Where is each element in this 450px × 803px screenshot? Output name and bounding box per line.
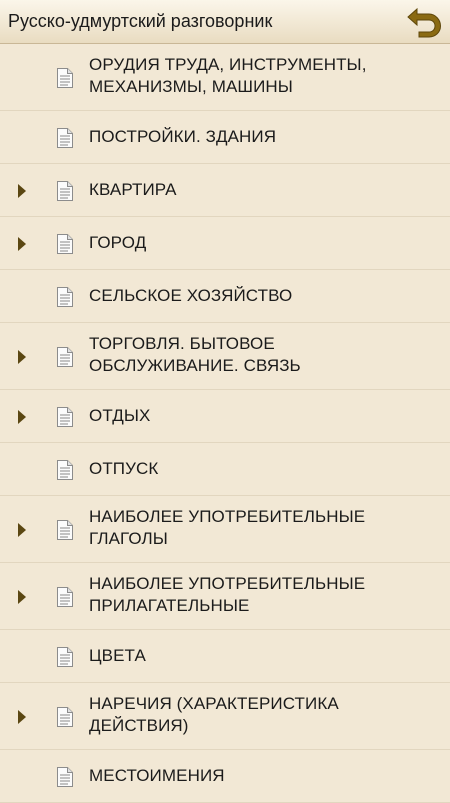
expand-arrow-icon[interactable]: [18, 709, 26, 724]
list-item[interactable]: НАРЕЧИЯ (ХАРАКТЕРИСТИКА ДЕЙСТВИЯ): [0, 683, 450, 750]
list-item[interactable]: ОТПУСК: [0, 443, 450, 496]
document-icon: [57, 180, 73, 201]
document-icon: [57, 519, 73, 540]
document-icon: [57, 706, 73, 727]
document-icon: [57, 286, 73, 307]
list-item-label: КВАРТИРА: [89, 180, 177, 199]
list-item[interactable]: ГОРОД: [0, 217, 450, 270]
list-item-label: СЕЛЬСКОЕ ХОЗЯЙСТВО: [89, 286, 293, 305]
expand-arrow-icon[interactable]: [18, 589, 26, 604]
document-icon: [57, 127, 73, 148]
document-icon: [57, 586, 73, 607]
list-item-label: НАРЕЧИЯ (ХАРАКТЕРИСТИКА ДЕЙСТВИЯ): [89, 694, 339, 735]
document-icon: [57, 67, 73, 88]
list-item[interactable]: НАИБОЛЕЕ УПОТРЕБИТЕЛЬНЫЕ ГЛАГОЛЫ: [0, 496, 450, 563]
list-item-label: ЦВЕТА: [89, 646, 146, 665]
expand-arrow-icon[interactable]: [18, 183, 26, 198]
list-item-label: НАИБОЛЕЕ УПОТРЕБИТЕЛЬНЫЕ ГЛАГОЛЫ: [89, 507, 366, 548]
expand-arrow-icon[interactable]: [18, 349, 26, 364]
list-item-label: НАИБОЛЕЕ УПОТРЕБИТЕЛЬНЫЕ ПРИЛАГАТЕЛЬНЫЕ: [89, 574, 366, 615]
topic-list: ОРУДИЯ ТРУДА, ИНСТРУМЕНТЫ, МЕХАНИЗМЫ, МА…: [0, 44, 450, 803]
list-item-label: ПОСТРОЙКИ. ЗДАНИЯ: [89, 127, 277, 146]
list-item-label: ОРУДИЯ ТРУДА, ИНСТРУМЕНТЫ, МЕХАНИЗМЫ, МА…: [89, 55, 367, 96]
list-item[interactable]: НАИБОЛЕЕ УПОТРЕБИТЕЛЬНЫЕ ПРИЛАГАТЕЛЬНЫЕ: [0, 563, 450, 630]
list-item-label: ОТПУСК: [89, 459, 159, 478]
expand-arrow-icon[interactable]: [18, 522, 26, 537]
list-item[interactable]: ЦВЕТА: [0, 630, 450, 683]
list-item-label: МЕСТОИМЕНИЯ: [89, 766, 225, 785]
document-icon: [57, 233, 73, 254]
document-icon: [57, 766, 73, 787]
list-item-label: ГОРОД: [89, 233, 147, 252]
document-icon: [57, 459, 73, 480]
list-item[interactable]: ПОСТРОЙКИ. ЗДАНИЯ: [0, 111, 450, 164]
list-item-label: ОТДЫХ: [89, 406, 151, 425]
app-header: Русско-удмуртский разговорник: [0, 0, 450, 44]
list-item[interactable]: ТОРГОВЛЯ. БЫТОВОЕ ОБСЛУЖИВАНИЕ. СВЯЗЬ: [0, 323, 450, 390]
document-icon: [57, 646, 73, 667]
app-title: Русско-удмуртский разговорник: [8, 11, 273, 31]
list-item[interactable]: ОРУДИЯ ТРУДА, ИНСТРУМЕНТЫ, МЕХАНИЗМЫ, МА…: [0, 44, 450, 111]
document-icon: [57, 406, 73, 427]
list-item-label: ТОРГОВЛЯ. БЫТОВОЕ ОБСЛУЖИВАНИЕ. СВЯЗЬ: [89, 334, 301, 375]
list-item[interactable]: СЕЛЬСКОЕ ХОЗЯЙСТВО: [0, 270, 450, 323]
back-arrow-icon[interactable]: [405, 6, 443, 38]
list-item[interactable]: КВАРТИРА: [0, 164, 450, 217]
list-item[interactable]: МЕСТОИМЕНИЯ: [0, 750, 450, 803]
document-icon: [57, 346, 73, 367]
list-item[interactable]: ОТДЫХ: [0, 390, 450, 443]
expand-arrow-icon[interactable]: [18, 236, 26, 251]
expand-arrow-icon[interactable]: [18, 409, 26, 424]
